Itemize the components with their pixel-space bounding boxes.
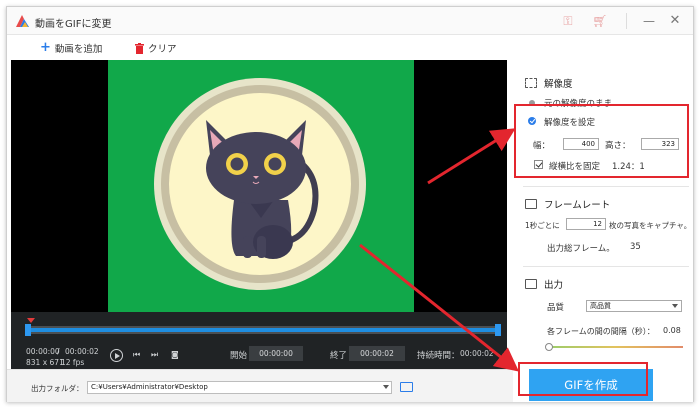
quality-value: 高品質	[590, 302, 611, 310]
trim-end-handle[interactable]	[495, 324, 501, 336]
cat-illustration	[154, 78, 366, 290]
highlight-box-resolution	[514, 104, 689, 178]
output-heading-label: 出力	[544, 280, 564, 291]
add-video-button[interactable]: + 動画を追加	[40, 41, 102, 55]
end-time-input[interactable]: 00:00:02	[349, 346, 405, 361]
add-video-label: 動画を追加	[54, 44, 103, 55]
resize-icon	[525, 78, 537, 88]
video-preview	[11, 60, 507, 312]
quality-label: 品質	[547, 303, 565, 313]
trash-icon	[135, 42, 144, 54]
timeline-selection	[26, 328, 500, 332]
title-bar: 動画をGIFに変更 ⚿ 🛒︎ — ✕	[7, 7, 693, 35]
output-folder-select[interactable]: C:¥Users¥Administrator¥Desktop	[87, 381, 392, 394]
chevron-down-icon	[672, 304, 678, 308]
player-controls: 00:00:00 / 00:00:02 831 x 671 12 fps ⏮︎ …	[11, 312, 507, 369]
key-icon[interactable]: ⚿	[560, 13, 576, 29]
cart-icon[interactable]: 🛒︎	[592, 13, 608, 29]
output-folder-path: C:¥Users¥Administrator¥Desktop	[91, 383, 208, 391]
playhead-marker[interactable]	[27, 318, 35, 323]
duration-value: 00:00:02	[460, 349, 494, 358]
previous-icon[interactable]: ⏮︎	[133, 350, 140, 360]
chevron-down-icon	[383, 385, 389, 389]
snapshot-icon[interactable]: ◙	[171, 350, 179, 359]
section-divider	[523, 186, 689, 187]
app-window: 動画をGIFに変更 ⚿ 🛒︎ — ✕ + 動画を追加 クリア 00:00:00 …	[6, 6, 694, 402]
app-logo-icon	[16, 15, 29, 27]
total-frames-label: 出力総フレーム。	[547, 244, 615, 254]
interval-label: 各フレームの間の間隔（秒）：	[547, 327, 655, 336]
clear-button[interactable]: クリア	[135, 41, 177, 55]
frames-per-second-input[interactable]: 12	[566, 218, 606, 230]
video-fps: 12 fps	[61, 358, 85, 367]
titlebar-divider	[626, 13, 627, 29]
quality-select[interactable]: 高品質	[586, 300, 682, 312]
time-separator: /	[57, 347, 60, 356]
per-second-suffix: 枚の写真をキャプチャ。	[609, 221, 692, 230]
end-label: 終了	[330, 351, 348, 361]
interval-slider[interactable]	[545, 343, 683, 351]
trim-start-handle[interactable]	[25, 324, 31, 336]
start-label: 開始	[230, 351, 248, 361]
video-frame	[108, 60, 414, 312]
image-icon	[525, 279, 537, 289]
start-time-input[interactable]: 00:00:00	[249, 346, 303, 361]
output-folder-bar: 出力フォルダ： C:¥Users¥Administrator¥Desktop	[7, 369, 513, 402]
film-icon	[525, 199, 537, 209]
clear-label: クリア	[148, 44, 177, 55]
play-button[interactable]	[110, 349, 123, 362]
close-icon[interactable]: ✕	[667, 13, 683, 29]
video-resolution: 831 x 671	[26, 358, 64, 367]
frame-rate-heading-label: フレームレート	[544, 200, 611, 211]
output-heading: 出力	[525, 277, 563, 291]
interval-slider-knob[interactable]	[545, 343, 553, 351]
current-time: 00:00:00	[26, 347, 60, 356]
per-second-prefix: 1秒ごとに	[525, 221, 560, 230]
highlight-box-gif-button	[518, 362, 648, 396]
timeline-track[interactable]	[25, 318, 501, 336]
next-icon[interactable]: ⏭︎	[151, 350, 158, 360]
section-divider	[523, 266, 689, 267]
interval-value: 0.08	[663, 326, 681, 335]
resolution-heading: 解像度	[525, 76, 573, 90]
folder-icon[interactable]	[400, 382, 413, 392]
toolbar: + 動画を追加 クリア	[7, 35, 693, 61]
window-title: 動画をGIFに変更	[35, 19, 112, 30]
resolution-heading-label: 解像度	[544, 79, 573, 90]
minimize-icon[interactable]: —	[641, 13, 657, 29]
duration-label: 持続時間：	[417, 351, 460, 361]
output-folder-label: 出力フォルダ：	[31, 384, 84, 393]
total-time: 00:00:02	[65, 347, 99, 356]
plus-icon: +	[40, 40, 51, 55]
total-frames-value: 35	[630, 242, 641, 252]
frame-rate-heading: フレームレート	[525, 197, 610, 211]
